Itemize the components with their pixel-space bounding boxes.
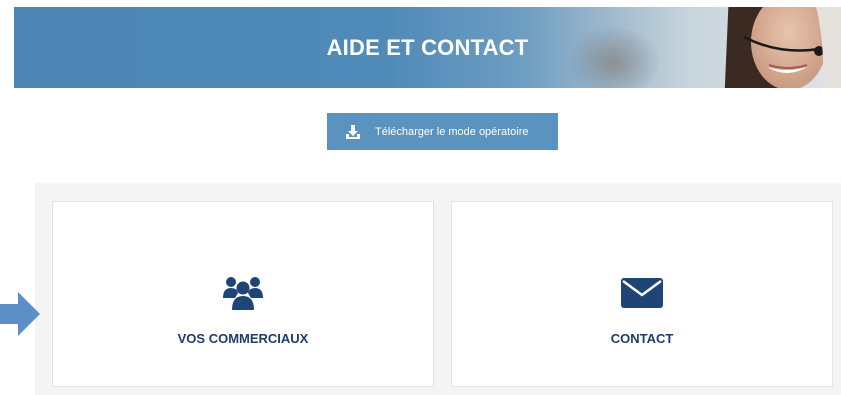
download-icon: [346, 124, 360, 139]
page-title: AIDE ET CONTACT: [326, 35, 529, 60]
sales-reps-label: VOS COMMERCIAUX: [177, 331, 309, 346]
users-icon: [223, 277, 263, 310]
download-guide-button[interactable]: Télécharger le mode opératoire: [327, 113, 558, 150]
download-guide-label: Télécharger le mode opératoire: [375, 125, 529, 138]
envelope-icon: [621, 278, 663, 308]
contact-label: CONTACT: [610, 331, 674, 346]
page: AIDE ET CONTACT Télécharger le mode opér…: [0, 0, 841, 395]
header-banner: AIDE ET CONTACT: [14, 7, 841, 88]
sales-reps-card[interactable]: VOS COMMERCIAUX: [52, 201, 434, 387]
arrow-right-icon: [0, 292, 40, 336]
contact-card[interactable]: CONTACT: [451, 201, 833, 387]
